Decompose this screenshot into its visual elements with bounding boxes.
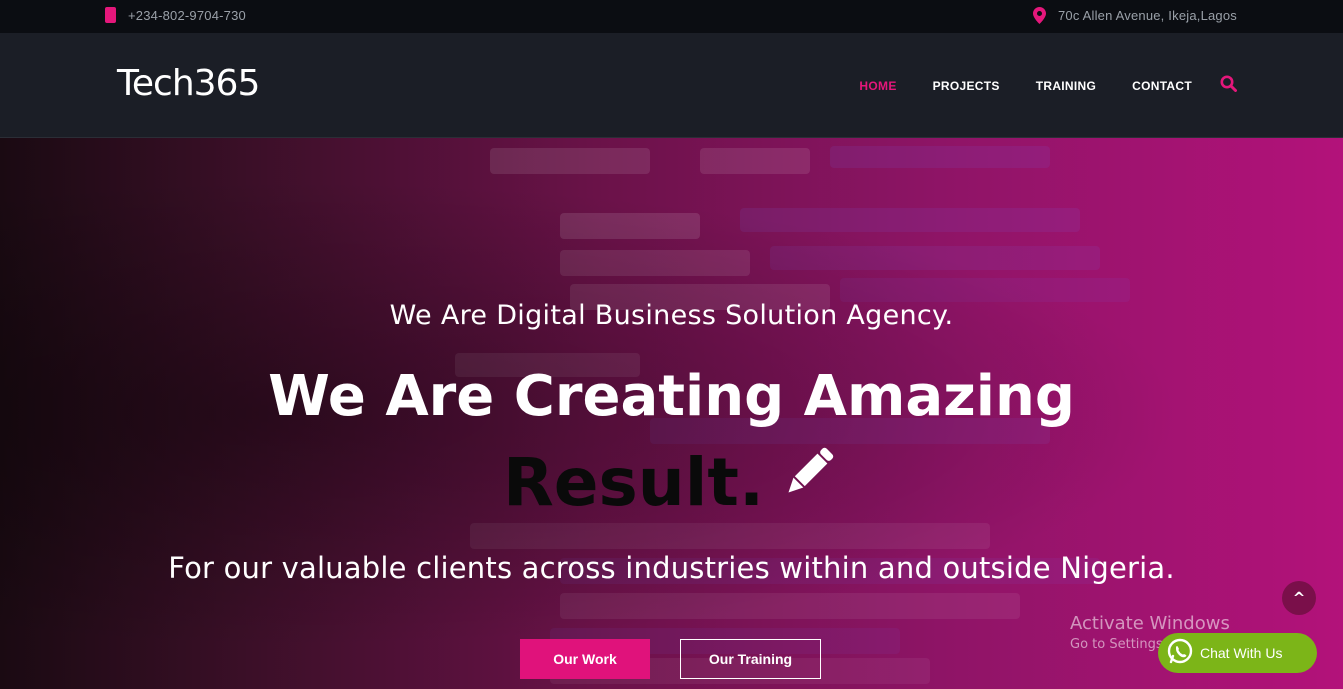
hero-subtitle: We Are Digital Business Solution Agency. [389,300,954,331]
top-info-bar: +234-802-9704-730 70c Allen Avenue, Ikej… [0,0,1343,33]
search-icon[interactable] [1220,75,1237,96]
pencil-icon [778,441,840,521]
nav-item-training[interactable]: TRAINING [1036,79,1096,93]
hero-headline-accent-text: Result. [502,444,765,521]
phone-number: +234-802-9704-730 [128,7,246,23]
nav-item-projects[interactable]: PROJECTS [933,79,1000,93]
nav-item-home[interactable]: HOME [859,79,896,93]
scroll-to-top-button[interactable]: ^ [1282,581,1316,615]
whatsapp-chat-button[interactable]: Chat With Us [1158,633,1317,673]
hero-headline-accent: Result. [0,443,1343,527]
map-pin-icon [1032,7,1046,24]
our-training-button[interactable]: Our Training [680,639,821,679]
nav-item-contact[interactable]: CONTACT [1132,79,1192,93]
hero-section: We Are Digital Business Solution Agency.… [0,138,1343,689]
contact-address: 70c Allen Avenue, Ikeja,Lagos [1032,7,1237,24]
hero-headline: We Are Creating Amazing [268,364,1075,429]
activate-title: Activate Windows [1070,613,1230,634]
whatsapp-icon [1166,637,1194,669]
contact-phone[interactable]: +234-802-9704-730 [105,7,246,23]
site-logo[interactable]: Tech365 [117,64,260,104]
our-work-button[interactable]: Our Work [520,639,650,679]
phone-icon [105,7,116,23]
main-header: Tech365 HOME PROJECTS TRAINING CONTACT [0,33,1343,138]
main-nav: HOME PROJECTS TRAINING CONTACT [823,75,1237,96]
hero-tagline: For our valuable clients across industri… [168,551,1175,585]
chat-label: Chat With Us [1200,645,1283,661]
address-text: 70c Allen Avenue, Ikeja,Lagos [1057,8,1237,23]
